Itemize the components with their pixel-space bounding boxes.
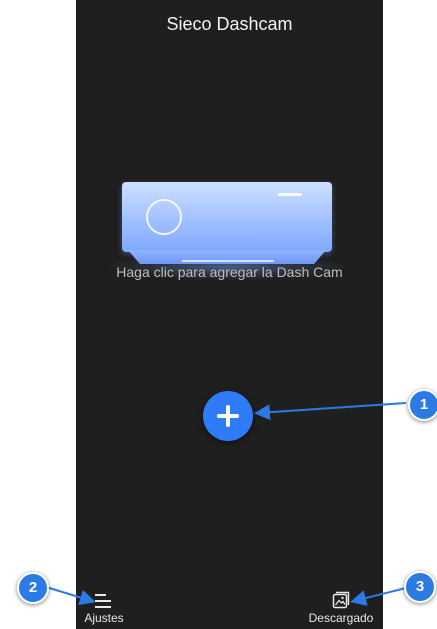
- plus-icon: [215, 403, 241, 429]
- app-title: Sieco Dashcam: [166, 14, 293, 34]
- nav-downloaded[interactable]: Descargado: [299, 591, 383, 625]
- device-slot: [182, 260, 274, 262]
- nav-settings-label: Ajustes: [84, 611, 124, 625]
- callout-badge-2: 2: [17, 572, 49, 604]
- menu-icon: [95, 591, 113, 609]
- add-dashcam-hint: Haga clic para agregar la Dash Cam: [116, 264, 343, 280]
- gallery-icon: [332, 591, 350, 609]
- dashcam-illustration: [110, 182, 344, 280]
- camera-lens-icon: [146, 199, 182, 235]
- device-body: [122, 182, 332, 252]
- nav-downloaded-label: Descargado: [308, 611, 374, 625]
- nav-settings[interactable]: Ajustes: [76, 591, 132, 625]
- add-dashcam-button[interactable]: [203, 391, 253, 441]
- app-screen: Sieco Dashcam Haga clic para agregar la …: [76, 0, 383, 629]
- status-led: [278, 193, 302, 196]
- callout-badge-1: 1: [408, 389, 437, 421]
- callout-badge-3: 3: [404, 571, 436, 603]
